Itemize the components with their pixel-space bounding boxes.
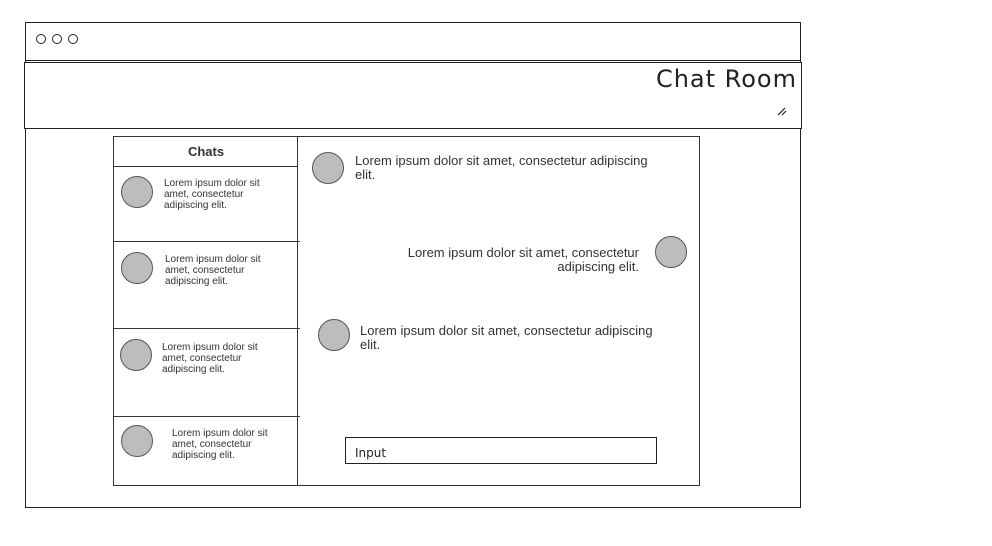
message-text: Lorem ipsum dolor sit amet, consectetur … bbox=[407, 245, 639, 274]
message-text: Lorem ipsum dolor sit amet, consectetur … bbox=[355, 153, 648, 182]
message-avatar bbox=[655, 236, 687, 268]
chat-list-item[interactable]: Lorem ipsum dolor sit amet, consectetur … bbox=[114, 242, 300, 329]
chat-sidebar: Chats Lorem ipsum dolor sit amet, consec… bbox=[114, 137, 300, 485]
window-controls bbox=[36, 34, 78, 44]
message-input[interactable] bbox=[346, 438, 656, 463]
chat-preview-text: Lorem ipsum dolor sit amet, consectetur … bbox=[162, 342, 258, 375]
header-panel: Chat Room bbox=[24, 62, 802, 129]
chat-list-item[interactable]: Lorem ipsum dolor sit amet, consectetur … bbox=[114, 167, 300, 242]
message-input-box[interactable] bbox=[345, 437, 657, 464]
window-dot-2-icon[interactable] bbox=[52, 34, 62, 44]
resize-icon[interactable] bbox=[777, 106, 787, 116]
sidebar-title: Chats bbox=[114, 137, 298, 167]
chat-preview-text: Lorem ipsum dolor sit amet, consectetur … bbox=[164, 178, 260, 211]
avatar bbox=[120, 339, 152, 371]
avatar bbox=[121, 425, 153, 457]
message-avatar bbox=[312, 152, 344, 184]
title-bar bbox=[26, 23, 800, 61]
chat-app: Chats Lorem ipsum dolor sit amet, consec… bbox=[113, 136, 700, 486]
page-title: Chat Room bbox=[655, 65, 797, 93]
message-avatar bbox=[318, 319, 350, 351]
chat-preview-text: Lorem ipsum dolor sit amet, consectetur … bbox=[172, 428, 268, 461]
avatar bbox=[121, 176, 153, 208]
window-dot-1-icon[interactable] bbox=[36, 34, 46, 44]
chat-list-item[interactable]: Lorem ipsum dolor sit amet, consectetur … bbox=[114, 417, 300, 485]
window-dot-3-icon[interactable] bbox=[68, 34, 78, 44]
message-text: Lorem ipsum dolor sit amet, consectetur … bbox=[360, 323, 653, 352]
chat-preview-text: Lorem ipsum dolor sit amet, consectetur … bbox=[165, 254, 261, 287]
chat-list-item[interactable]: Lorem ipsum dolor sit amet, consectetur … bbox=[114, 329, 300, 417]
avatar bbox=[121, 252, 153, 284]
